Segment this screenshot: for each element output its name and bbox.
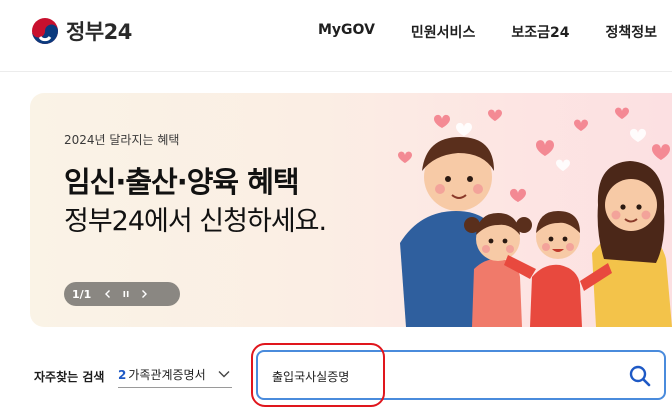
logo[interactable]: 정부24 bbox=[30, 16, 132, 46]
logo-text: 정부24 bbox=[66, 20, 132, 44]
banner-title: 임신·출산·양육 혜택 bbox=[64, 165, 300, 199]
banner-pager: 1/1 bbox=[64, 282, 180, 306]
nav-item-civil-service[interactable]: 민원서비스 bbox=[411, 22, 475, 42]
pager-count: 1/1 bbox=[72, 287, 92, 301]
prev-slide-button[interactable] bbox=[99, 284, 117, 304]
nav-item-mygov[interactable]: MyGOV bbox=[318, 22, 375, 42]
site-header: 정부24 MyGOV 민원서비스 보조금24 정책정보 bbox=[0, 0, 672, 72]
quick-search-label: 자주찾는 검색 bbox=[34, 370, 105, 384]
chevron-right-icon bbox=[142, 290, 148, 298]
search-input[interactable] bbox=[272, 364, 612, 388]
taegeuk-logo-icon bbox=[32, 18, 58, 44]
banner-subtitle: 정부24에서 신청하세요. bbox=[64, 206, 327, 237]
quick-search-term: 가족관계증명서 bbox=[128, 368, 206, 382]
family-illustration bbox=[398, 107, 672, 327]
next-slide-button[interactable] bbox=[135, 284, 153, 304]
search-icon[interactable] bbox=[628, 364, 652, 388]
pause-icon bbox=[123, 291, 129, 297]
promo-banner[interactable]: 2024년 달라지는 혜택 임신·출산·양육 혜택 정부24에서 신청하세요. … bbox=[30, 93, 672, 327]
nav-item-policy[interactable]: 정책정보 bbox=[605, 22, 657, 42]
pause-slide-button[interactable] bbox=[117, 284, 135, 304]
quick-search-dropdown[interactable]: 2 가족관계증명서 bbox=[118, 362, 232, 388]
nav-item-subsidy[interactable]: 보조금24 bbox=[511, 22, 569, 42]
quick-search-rank: 2 bbox=[118, 367, 127, 382]
search-box bbox=[256, 350, 666, 400]
banner-kicker: 2024년 달라지는 혜택 bbox=[64, 133, 180, 147]
main-nav: MyGOV 민원서비스 보조금24 정책정보 bbox=[318, 22, 672, 42]
chevron-left-icon bbox=[105, 290, 111, 298]
chevron-down-icon bbox=[218, 371, 230, 378]
